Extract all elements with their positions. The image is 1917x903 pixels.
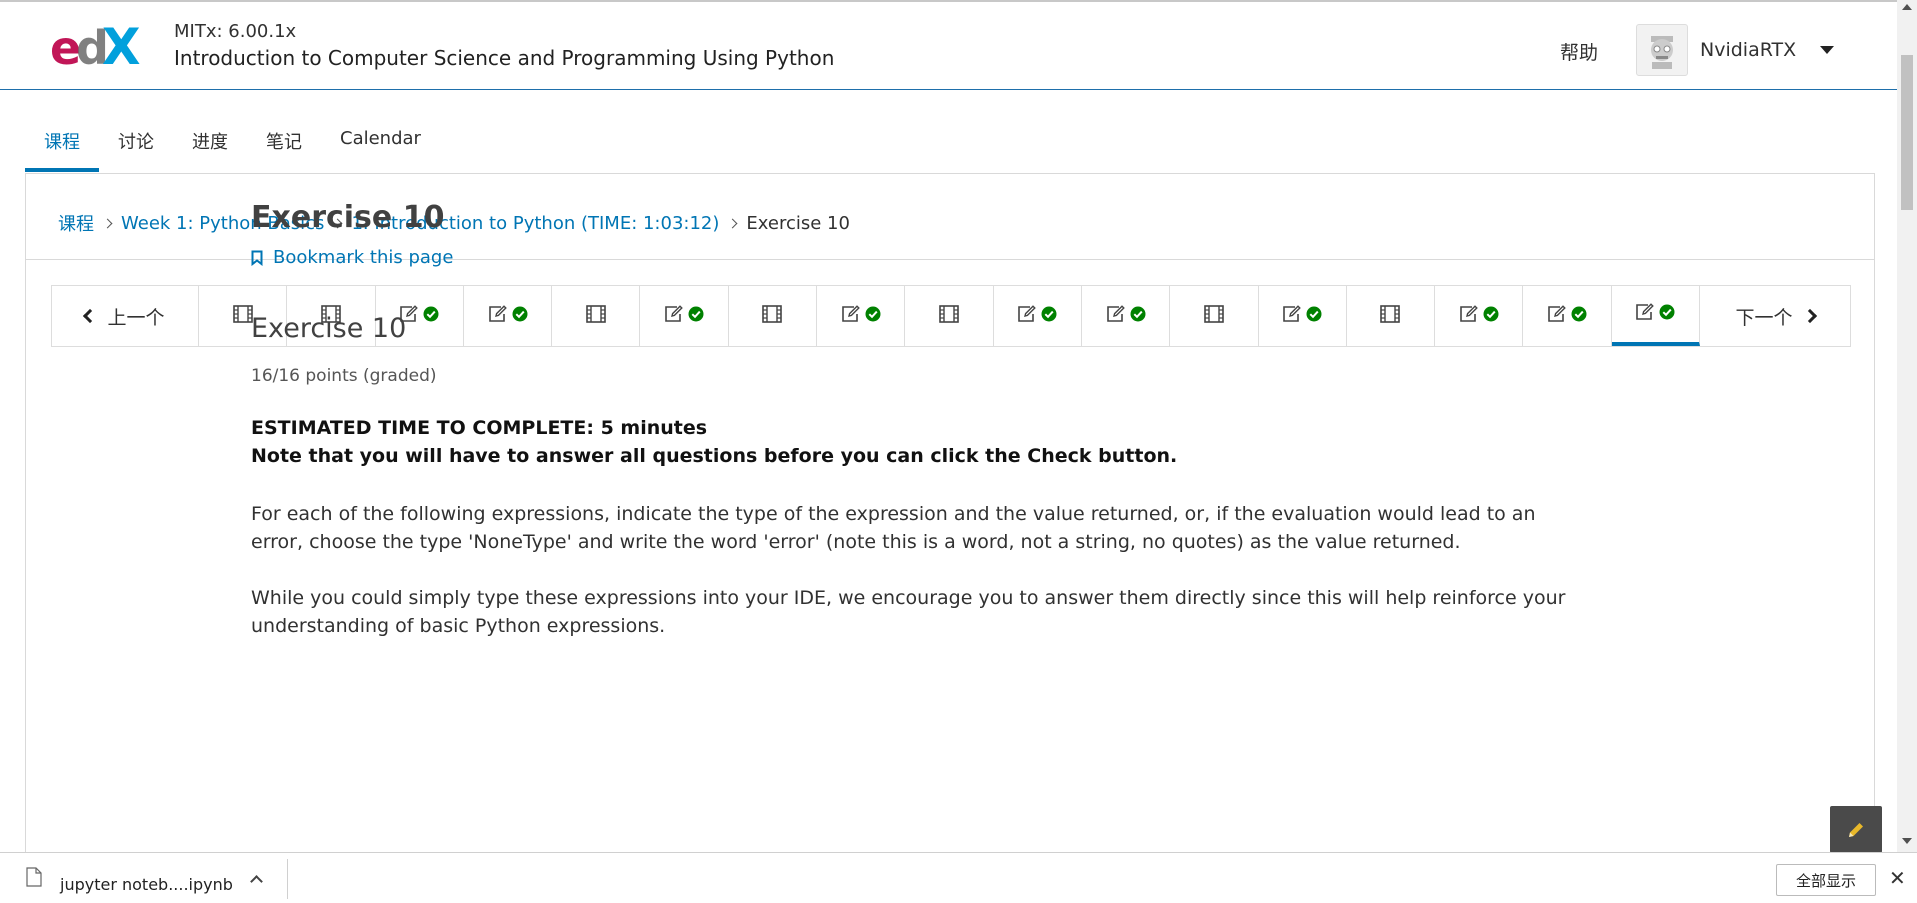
divider — [287, 859, 288, 899]
chevron-up-icon[interactable] — [250, 875, 263, 888]
problem-icon — [664, 305, 684, 327]
check-icon — [865, 306, 881, 326]
sequence-items — [199, 286, 1701, 346]
problem-icon — [1106, 305, 1126, 327]
tab-discussion[interactable]: 讨论 — [99, 118, 173, 172]
sequence-item[interactable] — [1259, 286, 1347, 346]
chevron-right-icon — [727, 218, 738, 228]
video-icon — [762, 305, 783, 327]
svg-text:X: X — [102, 22, 141, 72]
sequence-item[interactable] — [817, 286, 906, 346]
check-icon — [688, 306, 704, 326]
edx-logo[interactable]: e d X — [50, 18, 150, 76]
problem-title: Exercise 10 — [251, 313, 407, 344]
check-icon — [1041, 306, 1057, 326]
breadcrumb: 课程 Week 1: Python Basics 1. Introduction… — [58, 210, 850, 236]
video-icon — [939, 305, 959, 327]
video-icon — [232, 305, 253, 327]
page-scrollbar[interactable] — [1897, 0, 1917, 852]
course-title: Introduction to Computer Science and Pro… — [174, 46, 835, 70]
chevron-down-icon[interactable] — [1820, 46, 1835, 54]
instructions-paragraph: While you could simply type these expres… — [251, 587, 1566, 637]
problem-points: 16/16 points (graded) — [251, 366, 437, 386]
scroll-thumb[interactable] — [1901, 55, 1913, 210]
previous-button[interactable]: 上一个 — [52, 286, 199, 346]
file-icon — [26, 867, 42, 887]
sequence-item[interactable] — [1611, 286, 1701, 346]
video-icon — [1204, 305, 1224, 327]
problem-icon — [1017, 305, 1037, 327]
estimated-time: ESTIMATED TIME TO COMPLETE: 5 minutes — [251, 417, 708, 439]
problem-icon — [1547, 305, 1567, 327]
chevron-right-icon — [102, 218, 113, 228]
tab-progress[interactable]: 进度 — [173, 118, 247, 172]
avatar[interactable] — [1636, 24, 1688, 76]
close-icon[interactable]: ✕ — [1889, 868, 1906, 888]
next-button[interactable]: 下一个 — [1700, 286, 1850, 346]
course-org: MITx: 6.00.1x — [174, 21, 297, 42]
download-bar: jupyter noteb....ipynb 全部显示 ✕ — [0, 852, 1917, 903]
download-item[interactable]: jupyter noteb....ipynb — [60, 875, 233, 894]
next-label: 下一个 — [1735, 306, 1793, 329]
sequence-item[interactable] — [552, 286, 641, 346]
check-icon — [1483, 306, 1499, 326]
scroll-down-arrow-icon[interactable] — [1902, 838, 1912, 844]
course-tabs: 课程 讨论 进度 笔记 Calendar — [25, 118, 440, 172]
video-icon — [586, 305, 606, 327]
problem-icon — [1282, 305, 1302, 327]
unit-title: Exercise 10 — [251, 200, 445, 235]
sequence-item[interactable] — [1523, 286, 1612, 346]
instructions-paragraph: For each of the following expressions, i… — [251, 503, 1536, 553]
note-text: Note that you will have to answer all qu… — [251, 445, 1178, 467]
sequence-item[interactable] — [1347, 286, 1436, 346]
chevron-right-icon — [1802, 308, 1817, 324]
breadcrumb-current: Exercise 10 — [746, 212, 850, 234]
bookmark-icon — [251, 250, 263, 266]
sequence-item[interactable] — [1435, 286, 1524, 346]
problem-icon — [1635, 303, 1655, 325]
sequence-item[interactable] — [729, 286, 818, 346]
sequence-item[interactable] — [640, 286, 729, 346]
tab-notes[interactable]: 笔记 — [247, 118, 321, 172]
sequence-item[interactable] — [464, 286, 553, 346]
sequence-item[interactable] — [1082, 286, 1171, 346]
check-icon — [1659, 304, 1675, 324]
show-all-button[interactable]: 全部显示 — [1776, 864, 1876, 896]
video-icon — [1380, 305, 1401, 327]
username[interactable]: NvidiaRTX — [1700, 39, 1796, 61]
bookmark-button[interactable]: Bookmark this page — [251, 247, 453, 268]
help-link[interactable]: 帮助 — [1560, 38, 1598, 65]
sequence-item[interactable] — [994, 286, 1082, 346]
sequence-item[interactable] — [905, 286, 994, 346]
chevron-left-icon — [83, 308, 98, 324]
check-icon — [1130, 306, 1146, 326]
tab-course[interactable]: 课程 — [25, 118, 99, 172]
check-icon — [1306, 306, 1322, 326]
problem-icon — [1459, 305, 1479, 327]
breadcrumb-course[interactable]: 课程 — [58, 210, 94, 236]
site-header: e d X MITx: 6.00.1x Introduction to Comp… — [0, 0, 1897, 90]
sequence-item[interactable] — [1170, 286, 1259, 346]
check-icon — [512, 306, 528, 326]
user-menu[interactable]: NvidiaRTX — [1636, 24, 1835, 76]
tab-calendar[interactable]: Calendar — [321, 118, 440, 172]
previous-label: 上一个 — [107, 306, 165, 329]
notes-button[interactable] — [1830, 806, 1882, 853]
pencil-icon — [1849, 822, 1863, 837]
scroll-up-arrow-icon[interactable] — [1902, 4, 1912, 10]
problem-icon — [841, 305, 861, 327]
problem-icon — [488, 305, 508, 327]
check-icon — [1571, 306, 1587, 326]
check-icon — [423, 306, 439, 326]
bookmark-label: Bookmark this page — [273, 247, 454, 268]
